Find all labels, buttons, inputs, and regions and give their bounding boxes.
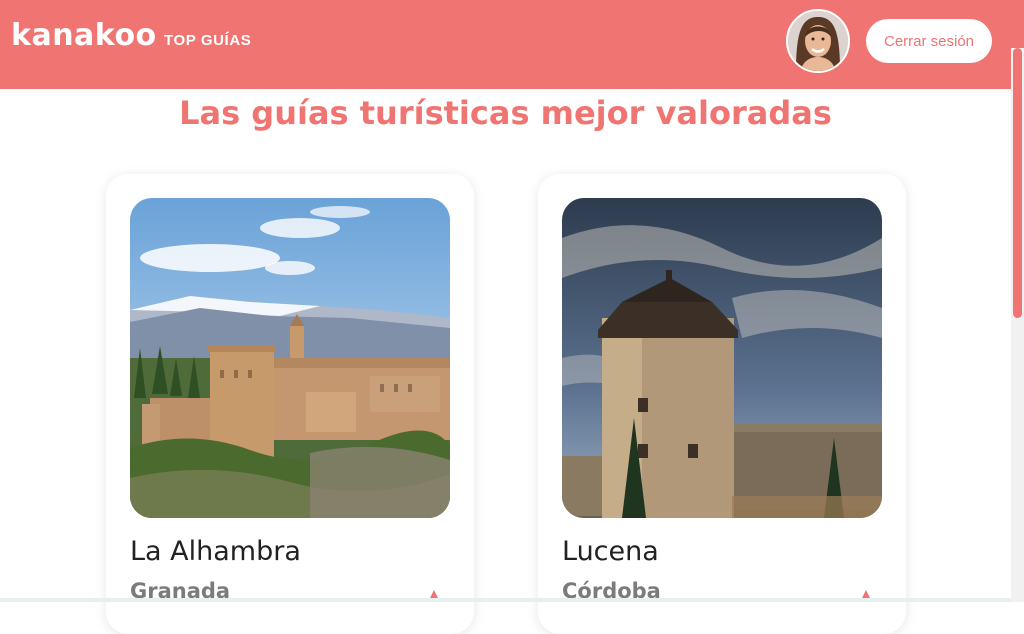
logout-button[interactable]: Cerrar sesión — [866, 19, 992, 63]
card-title[interactable]: La Alhambra — [130, 532, 301, 572]
nav-link-top-guias[interactable]: TOP GUÍAS — [164, 31, 251, 51]
scrollbar-thumb[interactable] — [1013, 48, 1022, 318]
card-marker-icon — [862, 590, 870, 598]
guide-card[interactable]: Lucena Córdoba — [538, 174, 906, 634]
top-navbar: kanakoo TOP GUÍAS Cerrar sesión — [0, 0, 1024, 89]
alhambra-photo — [130, 198, 450, 518]
card-image[interactable] — [562, 198, 882, 518]
user-avatar[interactable] — [786, 9, 850, 73]
card-marker-icon — [430, 590, 438, 598]
avatar-photo — [788, 11, 848, 71]
card-image[interactable] — [130, 198, 450, 518]
lucena-tower-photo — [562, 198, 882, 518]
page-title: Las guías turísticas mejor valoradas — [179, 94, 832, 132]
card-title[interactable]: Lucena — [562, 532, 659, 572]
viewport-bottom-border — [0, 598, 1011, 602]
page-scrollbar[interactable] — [1011, 48, 1024, 602]
guide-card[interactable]: La Alhambra Granada — [106, 174, 474, 634]
brand-logo[interactable]: kanakoo — [11, 16, 157, 56]
